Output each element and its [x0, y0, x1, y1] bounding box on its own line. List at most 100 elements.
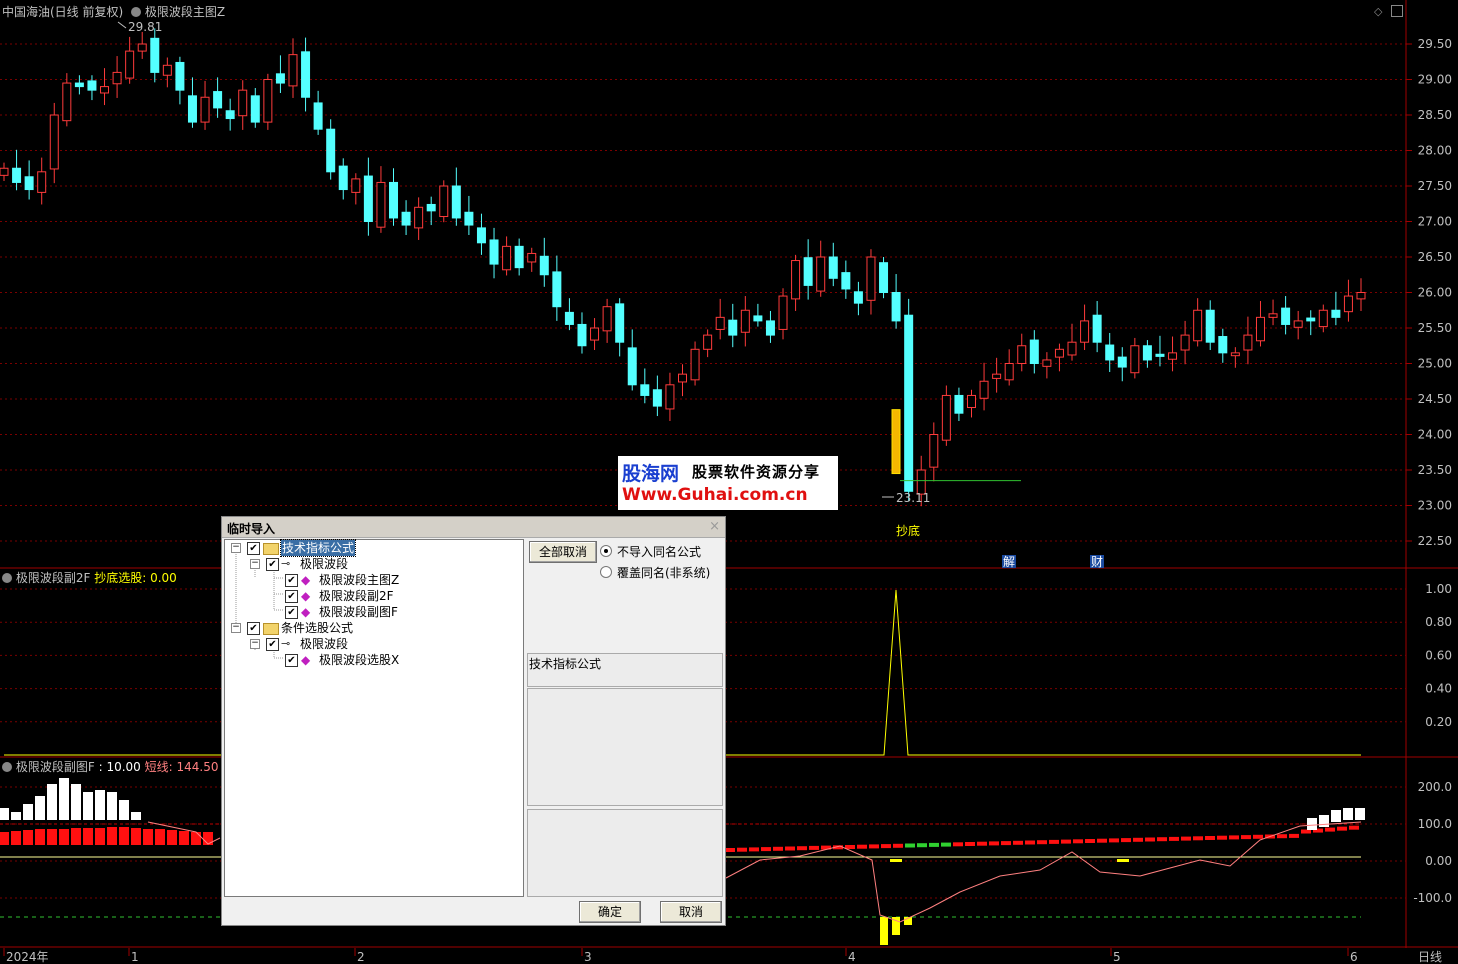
collapse-icon[interactable]: −	[250, 639, 260, 649]
candle-body[interactable]	[313, 102, 323, 130]
candle-body[interactable]	[288, 54, 298, 87]
candle-body[interactable]	[62, 82, 72, 122]
candle-body[interactable]	[941, 394, 951, 441]
candle-body[interactable]	[401, 211, 411, 226]
candle-body[interactable]	[502, 245, 512, 271]
candle-body[interactable]	[954, 394, 964, 414]
candle-body[interactable]	[363, 175, 373, 222]
candle-body[interactable]	[841, 272, 851, 290]
candle-body[interactable]	[150, 37, 160, 73]
candle-body[interactable]	[791, 260, 801, 300]
checkbox-checked[interactable]: ✔	[285, 606, 298, 619]
cancel-all-button[interactable]: 全部取消	[529, 541, 597, 563]
candle-body[interactable]	[426, 203, 436, 212]
candle-body[interactable]	[162, 64, 172, 76]
candle-body[interactable]	[527, 252, 537, 263]
candle-body[interactable]	[929, 434, 939, 468]
candle-body[interactable]	[1017, 345, 1027, 364]
ok-button[interactable]: 确定	[579, 901, 641, 923]
candle-body[interactable]	[577, 323, 587, 347]
candle-body[interactable]	[1193, 309, 1203, 342]
candle-body[interactable]	[816, 256, 826, 292]
candle-body[interactable]	[966, 394, 976, 409]
radio-overwrite[interactable]	[600, 566, 612, 578]
candle-body[interactable]	[753, 315, 763, 322]
candle-body[interactable]	[1306, 317, 1316, 322]
close-icon[interactable]: ×	[709, 519, 720, 534]
candle-body[interactable]	[1281, 307, 1291, 325]
candle-body[interactable]	[715, 316, 725, 330]
candle-body[interactable]	[891, 292, 901, 322]
candle-body[interactable]	[728, 319, 738, 336]
candle-body[interactable]	[678, 373, 687, 383]
candle-body[interactable]	[326, 128, 336, 173]
candle-body[interactable]	[514, 245, 524, 269]
candle-body[interactable]	[652, 389, 662, 407]
candle-body[interactable]	[1356, 292, 1366, 300]
candle-body[interactable]	[828, 256, 838, 279]
candle-body[interactable]	[1318, 309, 1328, 328]
tree-label[interactable]: 条件选股公式	[281, 620, 353, 636]
tree-label[interactable]: 极限波段主图Z	[319, 572, 399, 588]
candle-body[interactable]	[979, 380, 989, 399]
candle-body[interactable]	[1155, 353, 1165, 357]
candle-body[interactable]	[200, 96, 210, 123]
candle-body[interactable]	[87, 80, 97, 91]
sub1-name[interactable]: 极限波段副2F	[16, 571, 91, 585]
candle-body[interactable]	[803, 257, 813, 286]
candle-body[interactable]	[539, 255, 549, 276]
candle-body[interactable]	[1243, 334, 1253, 351]
radio-overwrite-label[interactable]: 覆盖同名(非系统)	[617, 564, 710, 581]
collapse-icon[interactable]: −	[231, 543, 241, 553]
candle-body[interactable]	[703, 334, 713, 350]
candle-body[interactable]	[590, 327, 600, 341]
candle-body[interactable]	[640, 384, 650, 396]
candle-body[interactable]	[1004, 363, 1014, 381]
candle-body[interactable]	[866, 256, 876, 301]
tree-label[interactable]: 极限波段选股X	[319, 652, 399, 668]
candle-body[interactable]	[602, 306, 612, 332]
candle-body[interactable]	[187, 95, 197, 123]
candle-body[interactable]	[1205, 309, 1215, 343]
checkbox-checked[interactable]: ✔	[285, 590, 298, 603]
candle-body[interactable]	[1029, 339, 1039, 365]
candle-body[interactable]	[740, 309, 750, 333]
candle-body[interactable]	[879, 262, 889, 293]
candle-body[interactable]	[615, 303, 625, 343]
candle-body[interactable]	[0, 167, 9, 176]
candle-body[interactable]	[489, 239, 499, 265]
candle-body[interactable]	[125, 50, 135, 79]
candle-body[interactable]	[1080, 320, 1090, 343]
expand-icon[interactable]: ◇	[1374, 5, 1382, 18]
candle-body[interactable]	[175, 61, 185, 91]
candle-body[interactable]	[992, 373, 1002, 379]
candle-body[interactable]	[564, 311, 574, 325]
candle-body[interactable]	[552, 271, 562, 308]
candle-body[interactable]	[74, 82, 84, 88]
candle-body[interactable]	[301, 51, 311, 98]
candle-body[interactable]	[464, 211, 474, 226]
cancel-button[interactable]: 取消	[660, 901, 722, 923]
tree-label[interactable]: 极限波段	[300, 636, 348, 652]
candle-body[interactable]	[665, 384, 675, 410]
candle-body[interactable]	[213, 91, 223, 109]
checkbox-checked[interactable]: ✔	[247, 542, 260, 555]
import-dialog[interactable]: 临时导入 × − ✔ 技术指标公式 − ✔ ⊸ 极限波段 ✔ ◆ 极限波段主图Z…	[221, 516, 726, 926]
sub2-name[interactable]: 极限波段副图F	[16, 760, 95, 774]
candle-body[interactable]	[275, 73, 285, 84]
candle-body[interactable]	[24, 176, 34, 191]
candle-body[interactable]	[112, 71, 122, 85]
dialog-titlebar[interactable]: 临时导入 ×	[222, 517, 725, 538]
tree-label[interactable]: 技术指标公式	[279, 539, 357, 557]
candle-body[interactable]	[414, 206, 424, 229]
candle-body[interactable]	[451, 185, 461, 219]
candle-body[interactable]	[1142, 345, 1152, 361]
candle-body[interactable]	[338, 165, 348, 191]
candle-body[interactable]	[690, 348, 700, 381]
candle-body[interactable]	[137, 43, 147, 52]
candle-body[interactable]	[238, 89, 248, 117]
window-toggle-icon[interactable]	[1391, 5, 1403, 17]
candle-body[interactable]	[1343, 295, 1353, 313]
candle-body[interactable]	[49, 114, 59, 170]
radio-no-import[interactable]	[600, 545, 612, 557]
